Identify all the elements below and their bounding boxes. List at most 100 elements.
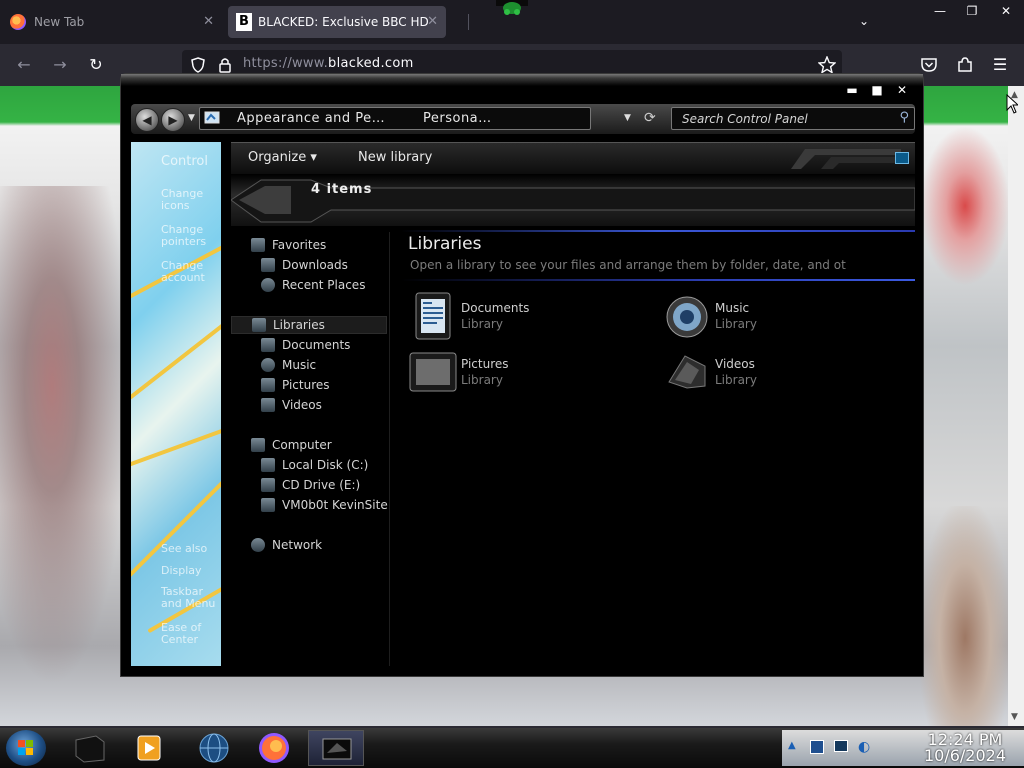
header-accent-line	[401, 279, 915, 281]
breadcrumb-segment[interactable]: Appearance and Pe…	[237, 111, 385, 126]
address-dropdown-chevron-icon[interactable]: ▼	[624, 113, 631, 123]
forward-icon[interactable]: →	[48, 53, 72, 77]
music-icon	[261, 358, 275, 372]
page-title: Libraries	[408, 234, 482, 254]
item-count-label: 4 items	[311, 182, 373, 197]
nav-music[interactable]: Music	[261, 358, 316, 372]
left-pane-link[interactable]: Change account	[161, 260, 221, 284]
explorer-back-button[interactable]: ◀	[135, 108, 159, 132]
show-hidden-icons-arrow-icon[interactable]: ▲	[788, 740, 796, 751]
explorer-maximize-button[interactable]: ■	[868, 83, 886, 97]
libraries-icon	[252, 318, 266, 332]
refresh-icon[interactable]: ⟳	[644, 110, 656, 126]
nav-libraries[interactable]: Libraries	[231, 316, 387, 334]
url-text: https://www.blacked.com	[243, 56, 414, 71]
organize-button[interactable]: Organize ▾	[248, 150, 317, 165]
left-pane-link[interactable]: Change pointers	[161, 224, 221, 248]
nav-videos[interactable]: Videos	[261, 398, 322, 412]
left-pane-link[interactable]: Taskbar and Menu	[161, 586, 221, 610]
control-panel-icon	[322, 738, 352, 760]
nav-computer[interactable]: Computer	[251, 438, 332, 452]
left-pane-link[interactable]: Change icons	[161, 188, 221, 212]
recent-places-icon	[261, 278, 275, 292]
close-window-button[interactable]: ✕	[990, 0, 1022, 24]
documents-icon	[415, 292, 451, 340]
action-center-icon[interactable]	[810, 740, 824, 754]
nav-recent-places[interactable]: Recent Places	[261, 278, 365, 292]
control-panel-left-pane: Control Change icons Change pointers Cha…	[131, 142, 221, 666]
nav-documents[interactable]: Documents	[261, 338, 350, 352]
minimize-window-button[interactable]: —	[924, 0, 956, 24]
window-title-bar[interactable]: ▬ ■ ✕	[121, 74, 923, 102]
explorer-command-bar: Organize ▾ New library	[231, 142, 915, 174]
reload-icon[interactable]: ↻	[84, 53, 108, 77]
downloads-icon	[261, 258, 275, 272]
mouse-cursor-icon	[1006, 94, 1018, 114]
clock-date: 10/6/2024	[923, 746, 1006, 765]
pane-divider[interactable]	[389, 232, 390, 666]
nav-favorites[interactable]: Favorites	[251, 238, 326, 252]
search-icon[interactable]: ⚲	[899, 110, 909, 125]
library-name: Pictures	[461, 357, 509, 371]
left-pane-link[interactable]: Display	[161, 564, 202, 577]
extensions-icon[interactable]	[956, 56, 974, 74]
nav-cd-drive[interactable]: CD Drive (E:)	[261, 478, 360, 492]
view-options-icon[interactable]	[895, 152, 909, 164]
taskbar-firefox-app[interactable]	[246, 730, 302, 766]
library-type: Library	[715, 317, 757, 331]
left-pane-link[interactable]: Control	[161, 154, 208, 169]
close-tab-icon[interactable]: ✕	[427, 14, 438, 29]
network-icon[interactable]	[834, 740, 848, 752]
bookmark-star-icon[interactable]	[818, 56, 836, 74]
windows-logo-icon	[18, 740, 33, 755]
library-type: Library	[461, 373, 503, 387]
close-tab-icon[interactable]: ✕	[203, 14, 214, 29]
taskbar: ▲ ◐ 12:24 PM 10/6/2024	[0, 728, 1024, 768]
shield-icon[interactable]	[190, 57, 206, 73]
media-player-icon	[137, 735, 161, 761]
recent-pages-chevron-icon[interactable]: ▼	[188, 113, 195, 123]
nav-network-share[interactable]: VM0b0t KevinSite	[261, 498, 388, 512]
menu-hamburger-icon[interactable]: ☰	[988, 53, 1012, 77]
libraries-content: Libraries Open a library to see your fil…	[401, 230, 915, 666]
page-scrollbar[interactable]: ▲ ▼	[1008, 86, 1024, 726]
taskbar-ie-app[interactable]	[186, 730, 242, 766]
back-icon[interactable]: ←	[12, 53, 36, 77]
volume-icon[interactable]: ◐	[858, 739, 870, 755]
tab-new-tab[interactable]: New Tab ✕	[0, 6, 222, 38]
library-name: Videos	[715, 357, 755, 371]
explorer-forward-button[interactable]: ▶	[161, 108, 185, 132]
taskbar-explorer-app[interactable]	[62, 730, 118, 766]
nav-pictures[interactable]: Pictures	[261, 378, 330, 392]
breadcrumb-segment[interactable]: Persona…	[423, 111, 492, 126]
nav-local-disk[interactable]: Local Disk (C:)	[261, 458, 368, 472]
restore-window-button[interactable]: ❐	[956, 0, 988, 24]
pocket-icon[interactable]	[920, 56, 938, 74]
taskbar-media-player-app[interactable]	[122, 730, 178, 766]
toolbar-decoration	[791, 149, 901, 169]
search-control-panel-input[interactable]: Search Control Panel ⚲	[671, 107, 915, 130]
computer-icon	[251, 438, 265, 452]
nav-network[interactable]: Network	[251, 538, 322, 552]
list-all-tabs-chevron-icon[interactable]: ⌄	[848, 10, 880, 34]
explorer-close-button[interactable]: ✕	[893, 83, 911, 97]
nav-downloads[interactable]: Downloads	[261, 258, 348, 272]
library-item-documents[interactable]: Documents Library	[409, 292, 629, 342]
taskbar-control-panel-app[interactable]	[308, 730, 364, 766]
new-library-button[interactable]: New library	[358, 150, 432, 165]
address-path-field[interactable]: Appearance and Pe… Persona… ▼ ⟳	[199, 107, 656, 130]
library-item-videos[interactable]: Videos Library	[663, 348, 883, 398]
lock-icon[interactable]	[218, 57, 232, 73]
explorer-minimize-button[interactable]: ▬	[843, 83, 861, 97]
tab-blacked[interactable]: B BLACKED: Exclusive BBC HD E ✕	[228, 6, 446, 38]
folder-icon	[75, 735, 105, 763]
left-pane-link[interactable]: Ease of Center	[161, 622, 221, 646]
videos-icon	[261, 398, 275, 412]
library-item-music[interactable]: Music Library	[663, 292, 883, 342]
library-item-pictures[interactable]: Pictures Library	[409, 348, 629, 398]
scroll-down-arrow-icon[interactable]: ▼	[1011, 712, 1018, 722]
clock[interactable]: 12:24 PM 10/6/2024	[924, 732, 1006, 764]
site-favicon: B	[236, 13, 252, 31]
start-button[interactable]	[6, 730, 46, 766]
pictures-icon	[261, 378, 275, 392]
